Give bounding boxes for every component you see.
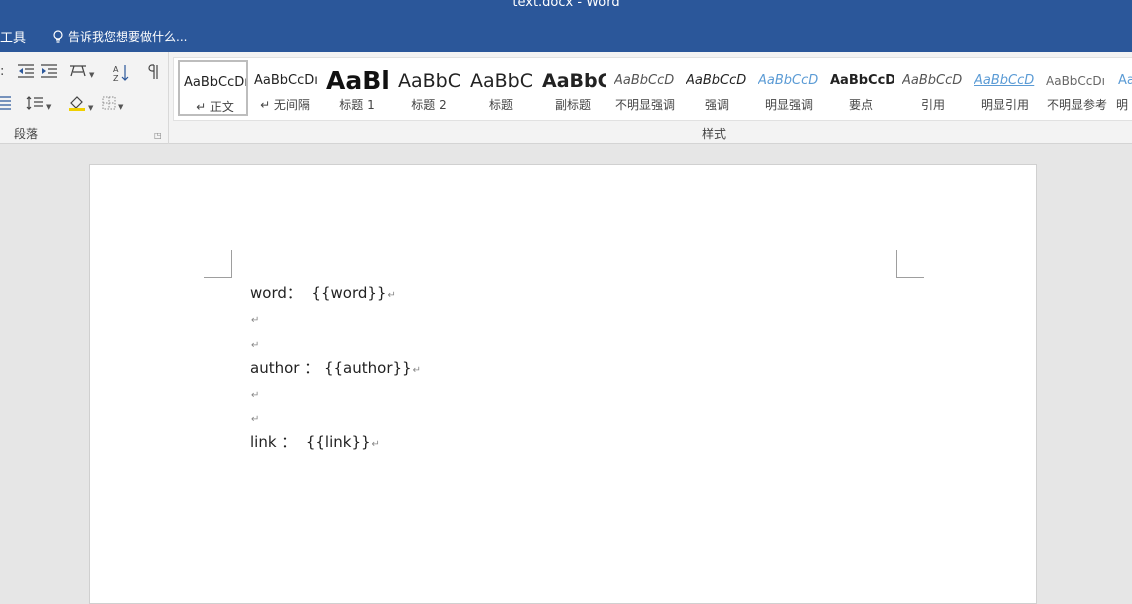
styles-gallery: AaBbCcDı ↵ 正文 AaBbCcDı ↵ 无间隔 AaBl 标题 1 A… [173,57,1132,121]
style-intense-reference[interactable]: AaB 明 [1114,60,1132,116]
tell-me-text: 告诉我您想要做什么... [68,30,188,44]
style-title[interactable]: AaBbC 标题 [466,60,536,116]
borders-icon[interactable]: ▼ [102,96,123,115]
paragraph-mark-icon: ↵ [371,439,380,450]
bullet-partial-icon[interactable]: : [0,64,4,80]
justify-partial-icon[interactable] [0,96,12,115]
style-subtle-reference[interactable]: AaBbCcDı 不明显参考 [1042,60,1112,116]
style-strong[interactable]: AaBbCcD 要点 [826,60,896,116]
margin-corner-top-left [204,250,232,278]
style-heading-2[interactable]: AaBbC 标题 2 [394,60,464,116]
doc-line-link[interactable]: link ： {{link}}↵ [250,432,380,452]
style-no-spacing[interactable]: AaBbCcDı ↵ 无间隔 [250,60,320,116]
decrease-indent-icon[interactable] [17,64,35,83]
doc-line-empty[interactable]: ↵ [250,383,259,403]
increase-indent-icon[interactable] [40,64,58,83]
paragraph-mark-icon: ↵ [251,340,260,351]
paragraph-mark-icon: ↵ [251,390,260,401]
window-title: text.docx - Word [512,0,620,10]
doc-line-author[interactable]: author ： {{author}}↵ [250,358,421,378]
paragraph-group-label: 段落 [14,127,39,141]
paragraph-dialog-launcher-icon[interactable]: ◳ [154,131,162,140]
tell-me-box[interactable]: 告诉我您想要做什么... [52,28,187,45]
title-bar: text.docx - Word [0,0,1132,12]
style-emphasis[interactable]: AaBbCcD 强调 [682,60,752,116]
ribbon: : ▼ AZ ▼ ▼ ▼ 段落 ◳ AaBbCcDı ↵ 正文 AaBbCcDı… [0,48,1132,144]
paragraph-mark-icon: ↵ [251,414,260,425]
tools-tab[interactable]: 工具 [0,27,26,46]
style-intense-quote[interactable]: AaBbCcD 明显引用 [970,60,1040,116]
line-spacing-icon[interactable]: ▼ [26,96,51,115]
lightbulb-icon [53,29,63,43]
sort-icon[interactable]: AZ [113,64,129,87]
doc-line-empty[interactable]: ↵ [250,333,259,353]
paragraph-mark-icon: ↵ [412,365,421,376]
paragraph-mark-icon: ↵ [251,315,260,326]
svg-text:A: A [113,65,119,74]
style-quote[interactable]: AaBbCcD 引用 [898,60,968,116]
style-subtle-emphasis[interactable]: AaBbCcD 不明显强调 [610,60,680,116]
styles-group-label: 样式 [702,127,727,141]
document-page[interactable]: word： {{word}}↵ ↵ ↵ author ： {{author}}↵… [89,164,1037,604]
style-heading-1[interactable]: AaBl 标题 1 [322,60,392,116]
paragraph-mark-icon: ↵ [387,290,396,301]
style-subtitle[interactable]: AaBbC 副标题 [538,60,608,116]
ribbon-tab-row: 工具 告诉我您想要做什么... [0,12,1132,48]
doc-line-empty[interactable]: ↵ [250,308,259,328]
paragraph-group: : ▼ AZ ▼ ▼ ▼ 段落 ◳ [0,52,169,144]
chinese-layout-icon[interactable]: ▼ [69,64,94,83]
svg-text:Z: Z [113,74,119,82]
doc-line-word[interactable]: word： {{word}}↵ [250,283,396,303]
margin-corner-top-right [896,250,924,278]
doc-line-empty[interactable]: ↵ [250,407,259,427]
style-normal[interactable]: AaBbCcDı ↵ 正文 [178,60,248,116]
show-marks-icon[interactable] [146,64,160,85]
style-intense-emphasis[interactable]: AaBbCcD 明显强调 [754,60,824,116]
shading-icon[interactable]: ▼ [68,95,93,116]
